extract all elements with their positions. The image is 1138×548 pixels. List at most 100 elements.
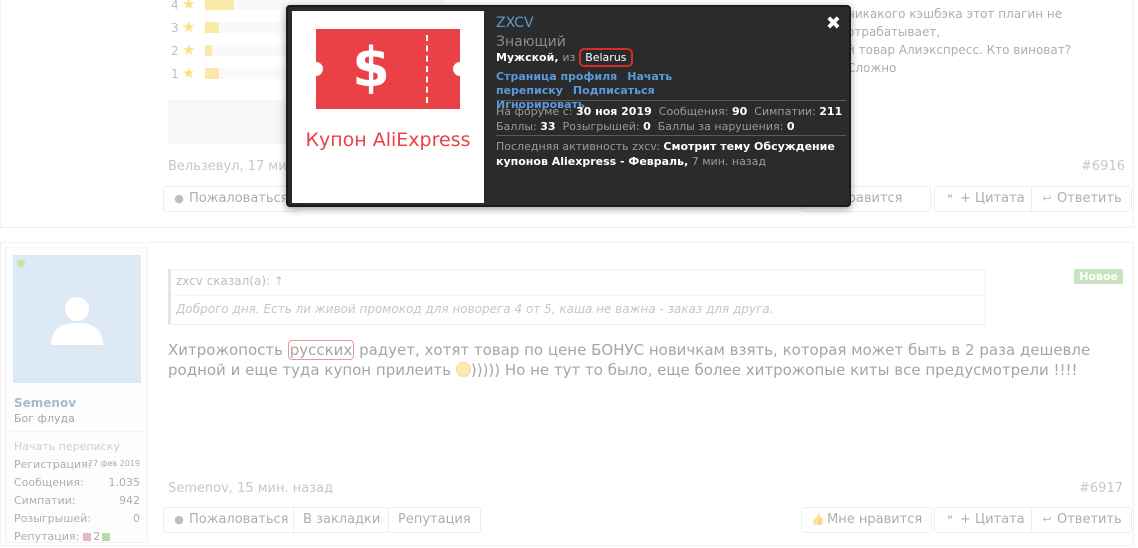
coupon-icon: $ <box>309 29 467 109</box>
stat-label: Баллы: <box>496 120 537 133</box>
smile-emoji-icon <box>455 362 471 377</box>
default-user-icon <box>51 297 103 345</box>
post-6917: Semenov Бог флуда Начать переписку Регис… <box>0 242 1134 546</box>
reply-button[interactable]: ↩ Ответить <box>1031 186 1132 212</box>
gender-text: Мужской, <box>496 51 559 64</box>
online-status-icon <box>17 259 25 267</box>
from-label: из <box>562 51 576 64</box>
star-icon: ★ <box>182 18 196 36</box>
like-label: Мне нравится <box>827 512 923 527</box>
user-stat-value: 27 фев 2019 <box>87 459 140 468</box>
report-button[interactable]: ● Пожаловаться <box>163 186 299 212</box>
post-text-fragment: никакого кэшбэка этот плагин не отрабаты… <box>847 5 1117 77</box>
avatar-caption: Купон AliExpress <box>305 129 471 151</box>
popup-user-title: Знающий <box>496 34 566 50</box>
user-stat-label: Регистрация: <box>14 458 92 471</box>
user-stat-value: 1.035 <box>108 476 141 489</box>
alert-icon: ● <box>174 513 184 526</box>
stat-value: 30 ноя 2019 <box>575 105 652 118</box>
profile-page-link[interactable]: Страница профиля <box>496 70 617 83</box>
stat-value: 0 <box>643 120 651 133</box>
message-part: Хитрожопость <box>168 341 288 359</box>
user-stat-value: 2 <box>93 530 101 543</box>
arrow-up-icon[interactable]: ↑ <box>274 274 284 288</box>
avatar[interactable] <box>13 255 141 383</box>
last-activity-time: 7 мин. назад <box>691 155 767 168</box>
report-button[interactable]: ● Пожаловаться <box>163 507 299 533</box>
quote-button[interactable]: ❝ + Цитата <box>934 507 1035 533</box>
post-number[interactable]: #6917 <box>1079 481 1123 496</box>
rating-bar-fill <box>205 0 234 10</box>
thumbs-up-icon: 👍 <box>811 513 825 526</box>
reply-button[interactable]: ↩ Ответить <box>1031 507 1132 533</box>
attachment-placeholder <box>168 100 288 144</box>
reputation-value: 2 <box>83 530 111 543</box>
close-icon[interactable]: ✖ <box>826 13 841 34</box>
report-label: Пожаловаться <box>189 512 289 527</box>
message-part: ))))) Но не тут то было, еще более хитро… <box>470 361 1078 379</box>
popup-avatar[interactable]: $ Купон AliExpress <box>292 11 484 203</box>
stat-label: Розыгрышей: <box>562 120 640 133</box>
quote-label: + Цитата <box>960 512 1025 527</box>
quote-author: zxcv сказал(а): <box>176 274 271 288</box>
divider <box>496 100 846 101</box>
user-stat-row: Репутация: 2 <box>14 530 140 543</box>
like-button[interactable]: 👍 Мне нравится <box>801 507 933 533</box>
user-stat-value: 0 <box>133 512 140 525</box>
quote-button[interactable]: ❝ + Цитата <box>934 186 1035 212</box>
popup-last-activity: Последняя активность zxcv: Смотрит тему … <box>496 139 846 169</box>
last-activity-label: Последняя активность zxcv: <box>496 140 660 153</box>
coupon-perforation <box>426 35 428 103</box>
popup-stats: На форуме с: 30 ноя 2019 Сообщения: 90 С… <box>496 104 846 134</box>
quote-header[interactable]: zxcv сказал(а): ↑ <box>176 274 284 288</box>
rating-number: 3 <box>171 21 179 35</box>
rep-negative-icon <box>83 533 92 541</box>
star-icon: ★ <box>182 0 196 13</box>
start-conversation-link[interactable]: Начать переписку <box>14 440 140 453</box>
rating-number: 2 <box>171 44 179 58</box>
bookmarks-button[interactable]: В закладки <box>293 507 391 533</box>
coupon-notch <box>453 62 467 76</box>
stat-label: Баллы за нарушения: <box>657 120 784 133</box>
divider <box>496 135 846 136</box>
user-title: Бог флуда <box>14 412 75 425</box>
post-author-meta[interactable]: Semenov, 15 мин. назад <box>168 481 333 496</box>
username[interactable]: Semenov <box>14 396 76 410</box>
report-label: Пожаловаться <box>189 191 289 206</box>
quote-text: Доброго дня. Есть ли живой промокод для … <box>176 302 774 316</box>
star-icon: ★ <box>182 64 196 82</box>
reply-icon: ↩ <box>1042 192 1052 205</box>
country-text[interactable]: Belarus <box>579 48 633 67</box>
reply-label: Ответить <box>1057 191 1122 206</box>
star-icon: ★ <box>182 41 196 59</box>
message-content: Новое zxcv сказал(а): ↑ Доброго дня. Ест… <box>168 243 1131 547</box>
new-badge: Новое <box>1074 269 1123 284</box>
rating-bar-fill <box>205 68 220 79</box>
reply-label: Ответить <box>1057 512 1122 527</box>
reputation-button[interactable]: Репутация <box>388 507 481 533</box>
rep-positive-icon <box>102 533 111 541</box>
reputation-label: Репутация <box>398 512 471 527</box>
rating-bar-fill <box>205 45 213 56</box>
dollar-icon: $ <box>352 36 390 99</box>
bookmarks-label: В закладки <box>303 512 381 527</box>
popup-username[interactable]: ZXCV <box>496 15 534 31</box>
user-stat-label: Репутация: <box>14 530 80 543</box>
highlighted-word: русских <box>287 340 355 360</box>
quote-block: zxcv сказал(а): ↑ Доброго дня. Есть ли ж… <box>168 269 986 325</box>
quote-label: + Цитата <box>960 191 1025 206</box>
post-number[interactable]: #6916 <box>1081 159 1125 174</box>
stat-label: На форуме с: <box>496 105 573 118</box>
post-author-meta[interactable]: Вельзевул, 17 мин. <box>168 159 299 174</box>
stat-value: 211 <box>819 105 843 118</box>
rating-bar-fill <box>205 22 220 33</box>
quote-icon: ❝ <box>947 192 953 205</box>
stat-value: 0 <box>786 120 795 133</box>
stat-value: 33 <box>540 120 556 133</box>
stat-label: Симпатии: <box>754 105 816 118</box>
user-stat-row: Сообщения: 1.035 <box>14 476 140 489</box>
follow-link[interactable]: Подписаться <box>573 84 655 97</box>
divider <box>10 431 143 432</box>
quote-icon: ❝ <box>947 513 953 526</box>
user-stat-label: Симпатии: <box>14 494 76 507</box>
